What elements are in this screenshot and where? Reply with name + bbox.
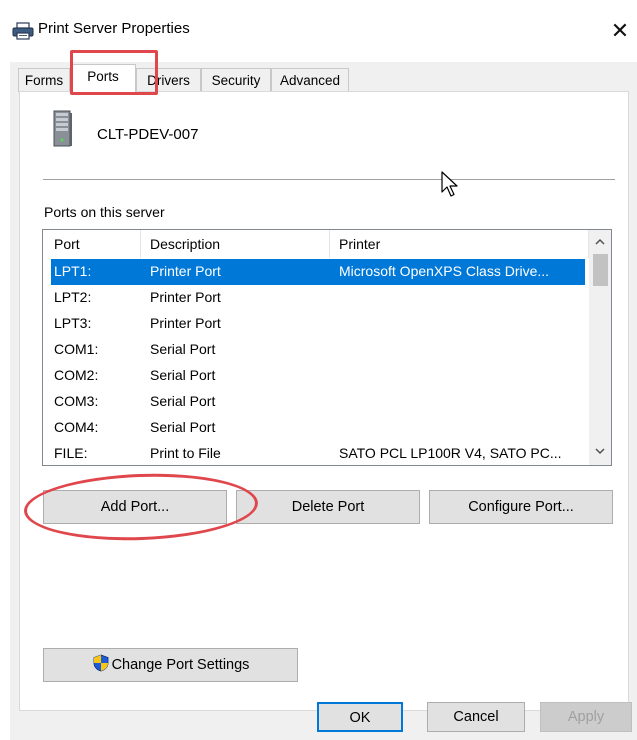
change-port-settings-button[interactable]: Change Port Settings (43, 648, 298, 682)
apply-button[interactable]: Apply (540, 702, 632, 732)
close-button[interactable]: ✕ (603, 14, 637, 48)
change-port-settings-label: Change Port Settings (111, 657, 250, 673)
printer-icon (12, 22, 34, 40)
ports-section-label: Ports on this server (44, 204, 165, 220)
scroll-down-arrow-icon[interactable] (589, 441, 611, 463)
table-row[interactable]: COM3: Serial Port (51, 389, 585, 415)
tab-label: Security (211, 73, 261, 88)
port-cell: LPT2: (54, 289, 92, 305)
close-icon: ✕ (610, 18, 630, 43)
tab-security[interactable]: Security (201, 68, 271, 92)
port-cell: COM3: (54, 393, 99, 409)
tab-forms[interactable]: Forms (18, 68, 70, 92)
description-cell: Printer Port (150, 263, 221, 279)
description-cell: Serial Port (150, 419, 216, 435)
apply-label: Apply (567, 709, 605, 725)
vertical-scrollbar[interactable] (589, 230, 611, 465)
table-row[interactable]: COM2: Serial Port (51, 363, 585, 389)
cancel-button[interactable]: Cancel (427, 702, 525, 732)
scroll-up-arrow-icon[interactable] (589, 232, 611, 254)
ok-label: OK (349, 710, 371, 726)
server-name: CLT-PDEV-007 (97, 126, 199, 143)
description-cell: Printer Port (150, 315, 221, 331)
scroll-thumb[interactable] (593, 254, 608, 286)
description-cell: Printer Port (150, 289, 221, 305)
table-row[interactable]: LPT1: Printer Port Microsoft OpenXPS Cla… (51, 259, 585, 285)
cancel-label: Cancel (453, 709, 499, 725)
list-header: Port Description Printer (43, 230, 589, 258)
mouse-cursor-icon (441, 171, 458, 197)
port-cell: FILE: (54, 445, 88, 461)
column-header-description[interactable]: Description (150, 236, 220, 252)
table-row[interactable]: LPT3: Printer Port (51, 311, 585, 337)
delete-port-button[interactable]: Delete Port (236, 490, 420, 524)
port-cell: COM1: (54, 341, 99, 357)
delete-port-label: Delete Port (291, 499, 365, 515)
table-row[interactable]: COM4: Serial Port (51, 415, 585, 441)
uac-shield-icon (93, 654, 108, 672)
port-cell: COM2: (54, 367, 99, 383)
server-tower-icon (53, 110, 72, 147)
printer-cell: Microsoft OpenXPS Class Drive... (339, 263, 550, 279)
ports-list[interactable]: Port Description Printer LPT1: Printer P… (42, 229, 612, 466)
tab-advanced[interactable]: Advanced (271, 68, 349, 92)
description-cell: Serial Port (150, 393, 216, 409)
configure-port-button[interactable]: Configure Port... (429, 490, 613, 524)
window-title: Print Server Properties (38, 20, 190, 37)
tab-label: Advanced (279, 73, 341, 88)
port-cell: LPT1: (54, 263, 92, 279)
annotation-highlight-rect (70, 50, 158, 95)
description-cell: Serial Port (150, 367, 216, 383)
column-divider[interactable] (329, 230, 330, 258)
table-row[interactable]: FILE: Print to File SATO PCL LP100R V4, … (51, 441, 585, 465)
column-header-port[interactable]: Port (54, 236, 80, 252)
description-cell: Print to File (150, 445, 221, 461)
port-cell: LPT3: (54, 315, 92, 331)
configure-port-label: Configure Port... (468, 499, 574, 515)
port-cell: COM4: (54, 419, 99, 435)
column-header-printer[interactable]: Printer (339, 236, 380, 252)
ok-button[interactable]: OK (317, 702, 403, 732)
separator-line (43, 179, 615, 180)
tab-label: Forms (24, 73, 64, 88)
printer-cell: SATO PCL LP100R V4, SATO PC... (339, 445, 562, 461)
table-row[interactable]: COM1: Serial Port (51, 337, 585, 363)
table-row[interactable]: LPT2: Printer Port (51, 285, 585, 311)
column-divider[interactable] (140, 230, 141, 258)
description-cell: Serial Port (150, 341, 216, 357)
